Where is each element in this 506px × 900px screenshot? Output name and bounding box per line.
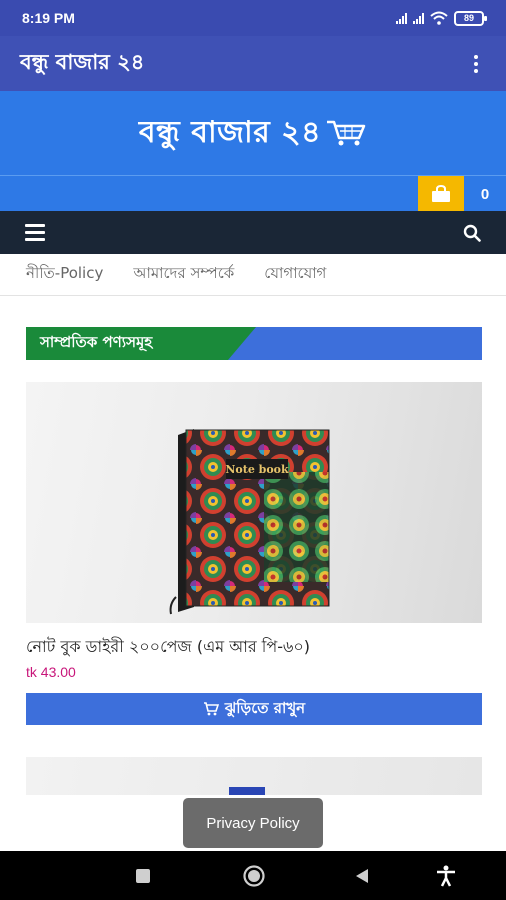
menu-item-contact[interactable]: যোগাযোগ xyxy=(264,262,326,287)
product-image[interactable] xyxy=(26,757,482,795)
signal-icon xyxy=(396,12,407,24)
cart-bar: 0 xyxy=(0,175,506,212)
product-image[interactable]: Note book xyxy=(26,382,482,623)
shopping-cart-icon xyxy=(327,120,366,146)
battery-icon: 89 xyxy=(454,10,487,26)
notebook-illustration: Note book xyxy=(169,429,330,615)
notebook-cover-text: Note book xyxy=(225,463,289,476)
site-logo[interactable]: বন্ধু বাজার ২৪ xyxy=(139,108,321,159)
site-header: বন্ধু বাজার ২৪ xyxy=(0,91,506,175)
app-bar: বন্ধু বাজার ২৪ xyxy=(0,36,506,91)
menu-item-about[interactable]: আমাদের সম্পর্কে xyxy=(133,262,234,287)
status-icons: 89 xyxy=(396,10,487,26)
recent-apps-icon[interactable] xyxy=(126,851,160,900)
add-to-cart-icon xyxy=(203,702,219,716)
back-icon[interactable] xyxy=(346,851,378,900)
shopping-bag-icon xyxy=(432,185,450,202)
wifi-icon xyxy=(430,11,448,25)
signal-icon xyxy=(413,12,424,24)
menu-item-policy[interactable]: নীতি-Policy xyxy=(26,262,103,287)
home-icon[interactable] xyxy=(236,851,272,900)
menu-icon[interactable] xyxy=(25,224,45,241)
status-time: 8:19 PM xyxy=(22,10,75,26)
system-nav-bar xyxy=(0,851,506,900)
cart-count: 0 xyxy=(480,185,490,203)
add-to-cart-label: ঝুড়িতে রাখুন xyxy=(224,698,306,717)
more-vert-icon[interactable] xyxy=(466,54,486,73)
product-title[interactable]: নোট বুক ডাইরী ২০০পেজ (এম আর পি-৬০) xyxy=(26,634,482,661)
toast-message: Privacy Policy xyxy=(183,798,323,848)
status-bar: 8:19 PM 89 xyxy=(0,0,506,36)
add-to-cart-button[interactable]: ঝুড়িতে রাখুন xyxy=(26,693,482,725)
section-title: সাম্প্রতিক পণ্যসমূহ xyxy=(26,327,228,360)
app-title: বন্ধু বাজার ২৪ xyxy=(20,50,145,74)
accessibility-icon[interactable] xyxy=(432,851,460,900)
section-heading: সাম্প্রতিক পণ্যসমূহ xyxy=(26,327,482,360)
product-price: tk 43.00 xyxy=(26,664,76,680)
secondary-menu: নীতি-Policy আমাদের সম্পর্কে যোগাযোগ xyxy=(0,254,506,296)
search-icon[interactable] xyxy=(463,224,481,242)
main-nav xyxy=(0,211,506,254)
cart-button[interactable] xyxy=(418,176,464,212)
